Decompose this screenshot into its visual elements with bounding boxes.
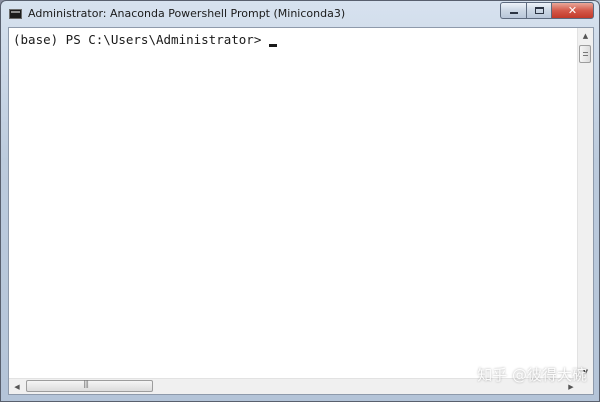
minimize-icon (509, 12, 518, 14)
console-output[interactable]: (base) PS C:\Users\Administrator> (9, 28, 579, 380)
horizontal-scroll-thumb[interactable] (26, 379, 153, 392)
chevron-left-icon: ◀ (14, 382, 20, 391)
vertical-scrollbar[interactable]: ▲ ▼ (577, 28, 593, 380)
maximize-icon (534, 7, 544, 14)
scroll-left-button[interactable]: ◀ (9, 379, 25, 394)
maximize-button[interactable] (526, 2, 551, 19)
console-area[interactable]: (base) PS C:\Users\Administrator> ▲ ▼ ◀ … (8, 27, 594, 395)
chevron-up-icon: ▲ (582, 32, 589, 40)
prompt-text: (base) PS C:\Users\Administrator> (13, 32, 262, 47)
window-controls: ✕ (500, 2, 594, 20)
console-window: Administrator: Anaconda Powershell Promp… (0, 0, 600, 402)
console-icon[interactable] (9, 9, 22, 19)
watermark: 知乎 @彼得大碗 (477, 366, 587, 384)
scroll-up-button[interactable]: ▲ (578, 28, 593, 44)
vertical-scroll-thumb[interactable] (579, 45, 591, 63)
window-title: Administrator: Anaconda Powershell Promp… (28, 7, 346, 20)
title-bar[interactable]: Administrator: Anaconda Powershell Promp… (1, 1, 599, 27)
close-icon: ✕ (567, 4, 578, 17)
text-cursor (269, 44, 278, 47)
minimize-button[interactable] (500, 2, 526, 19)
close-button[interactable]: ✕ (551, 2, 594, 19)
